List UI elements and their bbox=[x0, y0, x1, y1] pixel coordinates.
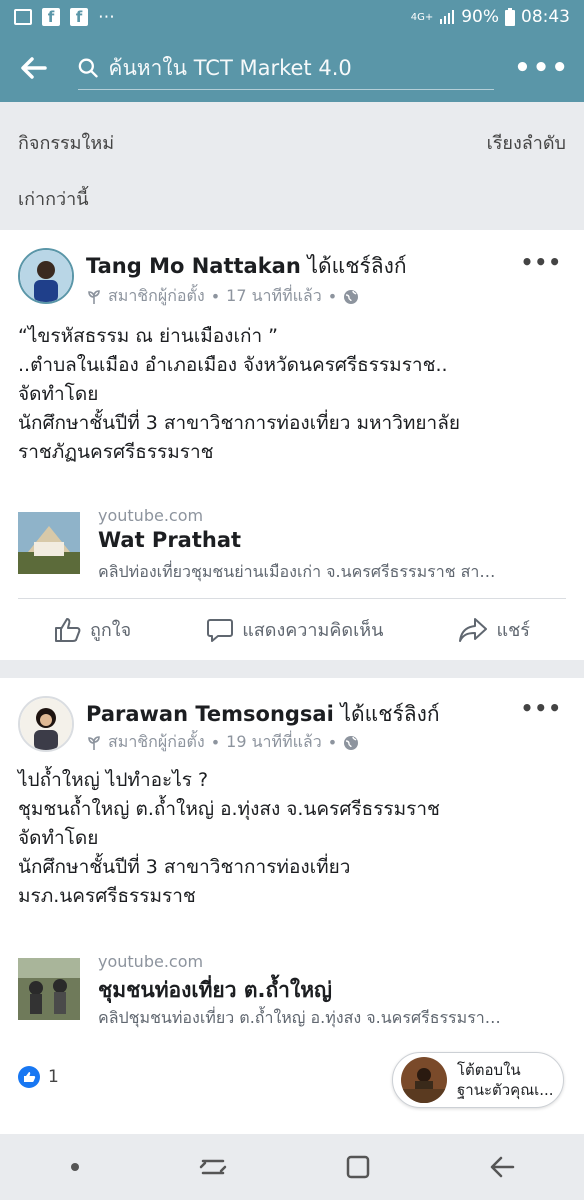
post-text-line: ไปถ้ำใหญ่ ไปทำอะไร ? bbox=[18, 769, 209, 791]
signal-icon bbox=[440, 10, 455, 24]
nav-dot-icon[interactable] bbox=[69, 1161, 81, 1173]
post-time[interactable]: 17 นาทีที่แล้ว bbox=[226, 284, 322, 309]
reply-as-line1: โต้ตอบใน bbox=[457, 1061, 521, 1079]
post-text: ไปถ้ำใหญ่ ไปทำอะไร ? ชุมชนถ้ำใหญ่ ต.ถ้ำใ… bbox=[18, 766, 566, 911]
globe-icon bbox=[344, 735, 359, 750]
post-author[interactable]: Tang Mo Nattakan ได้แชร์ลิงก์ bbox=[86, 250, 407, 283]
overflow-menu-button[interactable]: ••• bbox=[514, 53, 570, 83]
post-text-line: ราชภัฏนครศรีธรรมราช bbox=[18, 441, 214, 463]
search-input[interactable] bbox=[108, 55, 495, 80]
post-text: “ไขรหัสธรรม ณ ย่านเมืองเก่า ” ..ตำบลในเม… bbox=[18, 322, 566, 467]
share-button[interactable]: แชร์ bbox=[458, 615, 530, 644]
avatar[interactable] bbox=[18, 696, 74, 752]
feed-post: Tang Mo Nattakan ได้แชร์ลิงก์ สมาชิกผู้ก… bbox=[0, 230, 584, 660]
avatar[interactable] bbox=[18, 248, 74, 304]
like-count: 1 bbox=[48, 1067, 59, 1087]
back-arrow-icon bbox=[21, 57, 47, 79]
post-text-line: นักศึกษาชั้นปีที่ 3 สาขาวิชาการท่องเที่ย… bbox=[18, 412, 460, 434]
back-nav-icon[interactable] bbox=[489, 1155, 515, 1179]
home-icon[interactable] bbox=[345, 1154, 371, 1180]
post-author[interactable]: Parawan Temsongsai ได้แชร์ลิงก์ bbox=[86, 698, 440, 731]
search-icon bbox=[78, 57, 98, 78]
sprout-badge-icon bbox=[88, 735, 100, 750]
link-preview[interactable]: youtube.com ชุมชนท่องเที่ยว ต.ถ้ำใหญ่ คล… bbox=[18, 952, 566, 1032]
link-thumbnail bbox=[18, 958, 80, 1020]
sprout-badge-icon bbox=[88, 289, 100, 304]
feed-filter-bar: กิจกรรมใหม่ เรียงลำดับ เก่ากว่านี้ bbox=[0, 102, 584, 230]
recents-icon[interactable] bbox=[199, 1155, 227, 1179]
link-description: คลิปชุมชนท่องเที่ยว ต.ถ้ำใหญ่ อ.ทุ่งสง จ… bbox=[98, 1008, 501, 1027]
back-button[interactable] bbox=[14, 48, 54, 88]
comment-button[interactable]: แสดงความคิดเห็น bbox=[206, 615, 383, 644]
link-title[interactable]: ชุมชนท่องเที่ยว ต.ถ้ำใหญ่ bbox=[98, 974, 332, 1007]
link-domain: youtube.com bbox=[98, 506, 204, 525]
post-text-line: “ไขรหัสธรรม ณ ย่านเมืองเก่า ” bbox=[18, 325, 278, 347]
link-description: คลิปท่องเที่ยวชุมชนย่านเมืองเก่า จ.นครศร… bbox=[98, 562, 496, 581]
facebook-notification-icon-2: f bbox=[70, 8, 88, 26]
page-avatar bbox=[401, 1057, 447, 1103]
like-button[interactable]: ถูกใจ bbox=[54, 615, 131, 644]
author-name[interactable]: Tang Mo Nattakan bbox=[86, 254, 301, 278]
sort-button[interactable]: เรียงลำดับ bbox=[487, 128, 566, 157]
post-actions: ถูกใจ แสดงความคิดเห็น แชร์ bbox=[18, 598, 566, 660]
link-domain: youtube.com bbox=[98, 952, 204, 971]
more-notifications-icon: ⋯ bbox=[98, 7, 115, 27]
reaction-summary[interactable]: 1 bbox=[18, 1066, 59, 1088]
profile-photo bbox=[20, 250, 72, 302]
author-name[interactable]: Parawan Temsongsai bbox=[86, 702, 334, 726]
like-reaction-icon bbox=[18, 1066, 40, 1088]
post-text-line: นักศึกษาชั้นปีที่ 3 สาขาวิชาการท่องเที่ย… bbox=[18, 856, 351, 878]
post-meta: สมาชิกผู้ก่อตั้ง • 19 นาทีที่แล้ว • bbox=[86, 730, 359, 755]
share-verb: ได้แชร์ลิงก์ bbox=[333, 702, 440, 726]
share-verb: ได้แชร์ลิงก์ bbox=[300, 254, 407, 278]
link-title[interactable]: Wat Prathat bbox=[98, 528, 241, 552]
status-bar: f f ⋯ 4G+ 90% 08:43 bbox=[0, 0, 584, 34]
comment-icon bbox=[207, 618, 234, 642]
system-nav-bar bbox=[0, 1134, 584, 1200]
post-text-line: จัดทำโดย bbox=[18, 827, 99, 849]
post-text-line: ..ตำบลในเมือง อำเภอเมือง จังหวัดนครศรีธร… bbox=[18, 354, 448, 376]
search-bar[interactable] bbox=[78, 46, 495, 90]
app-bar: ••• bbox=[0, 34, 584, 102]
post-options-button[interactable]: ••• bbox=[521, 696, 562, 720]
comment-label: แสดงความคิดเห็น bbox=[242, 620, 384, 641]
battery-percent: 90% bbox=[461, 7, 499, 27]
member-role: สมาชิกผู้ก่อตั้ง bbox=[108, 286, 205, 305]
link-preview[interactable]: youtube.com Wat Prathat คลิปท่องเที่ยวชุ… bbox=[18, 506, 566, 586]
network-type: 4G+ bbox=[410, 11, 434, 23]
profile-photo bbox=[20, 698, 72, 750]
clock: 08:43 bbox=[521, 7, 570, 27]
share-arrow-icon bbox=[459, 617, 488, 642]
post-text-line: ชุมชนถ้ำใหญ่ ต.ถ้ำใหญ่ อ.ทุ่งสง จ.นครศรี… bbox=[18, 798, 440, 820]
older-posts-link[interactable]: เก่ากว่านี้ bbox=[18, 184, 89, 213]
globe-icon bbox=[344, 289, 359, 304]
post-text-line: จัดทำโดย bbox=[18, 383, 99, 405]
gallery-notification-icon bbox=[14, 9, 32, 25]
post-options-button[interactable]: ••• bbox=[521, 250, 562, 274]
member-role: สมาชิกผู้ก่อตั้ง bbox=[108, 732, 205, 751]
post-time[interactable]: 19 นาทีที่แล้ว bbox=[226, 730, 322, 755]
new-activity-filter[interactable]: กิจกรรมใหม่ bbox=[18, 128, 114, 157]
post-text-line: มรภ.นครศรีธรรมราช bbox=[18, 885, 196, 907]
like-label: ถูกใจ bbox=[90, 620, 132, 641]
battery-icon bbox=[505, 8, 515, 26]
facebook-notification-icon: f bbox=[42, 8, 60, 26]
share-label: แชร์ bbox=[496, 620, 530, 641]
link-thumbnail bbox=[18, 512, 80, 574]
thumbs-up-icon bbox=[55, 617, 81, 642]
post-meta: สมาชิกผู้ก่อตั้ง • 17 นาทีที่แล้ว • bbox=[86, 284, 359, 309]
reply-as-chip[interactable]: โต้ตอบใน ฐานะตัวคุณเ... bbox=[392, 1052, 564, 1108]
reply-as-line2: ฐานะตัวคุณเ... bbox=[457, 1081, 554, 1099]
